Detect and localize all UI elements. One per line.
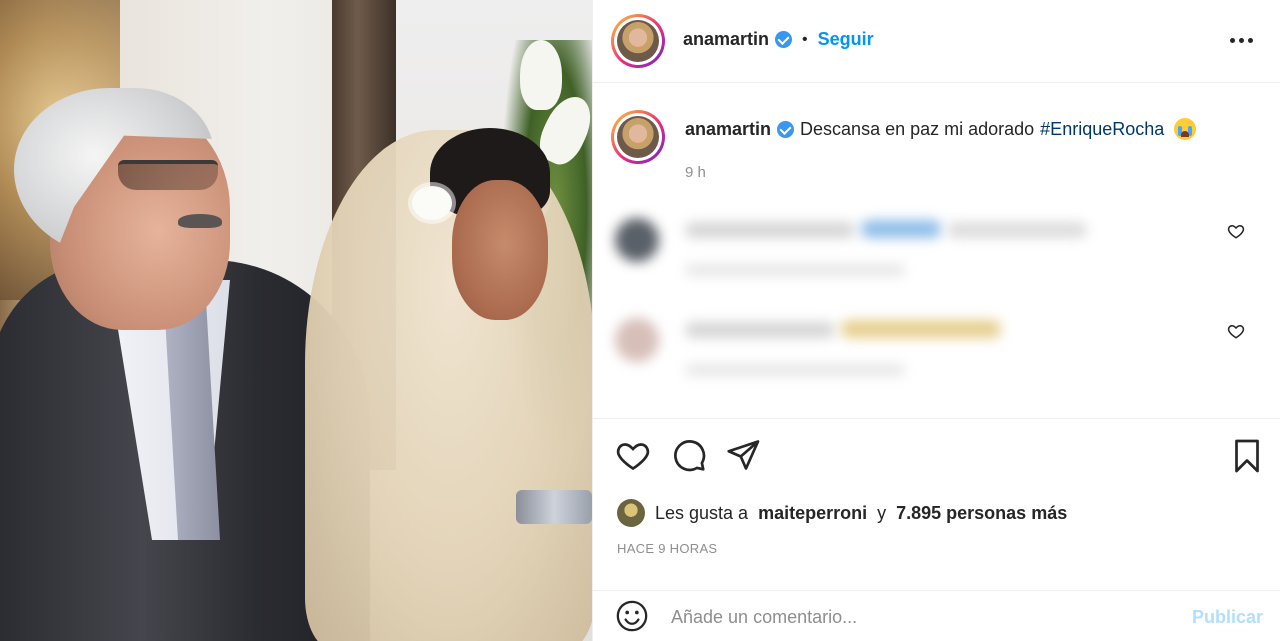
caption-timestamp[interactable]: 9 h bbox=[685, 164, 706, 181]
man-moustache bbox=[178, 214, 222, 228]
comment-icon[interactable] bbox=[671, 437, 707, 473]
comment-input[interactable] bbox=[671, 599, 1171, 635]
more-options-icon[interactable] bbox=[1227, 30, 1255, 50]
blurred-comment bbox=[611, 296, 1261, 386]
comment-username bbox=[685, 222, 855, 238]
heart-icon[interactable] bbox=[615, 437, 651, 473]
verified-badge-icon bbox=[777, 120, 795, 138]
comment-username bbox=[685, 322, 835, 338]
crying-emoji-icon bbox=[1174, 118, 1197, 140]
comment-avatar bbox=[615, 318, 659, 362]
likes-prefix: Les gusta a bbox=[655, 502, 749, 523]
verified-badge-icon bbox=[775, 31, 793, 48]
comment-text bbox=[947, 222, 1087, 238]
comment-like-heart-icon[interactable] bbox=[1227, 322, 1245, 340]
caption-hashtag[interactable]: #EnriqueRocha bbox=[1040, 119, 1164, 140]
likes-others-count[interactable]: 7.895 personas más bbox=[896, 503, 1067, 524]
liker-username[interactable]: maiteperroni bbox=[758, 503, 867, 524]
comment-mention bbox=[861, 220, 941, 238]
post-photo[interactable] bbox=[0, 0, 592, 641]
publish-button[interactable]: Publicar bbox=[1192, 607, 1263, 628]
blurred-comment bbox=[611, 196, 1261, 286]
caption-username[interactable]: anamartin bbox=[685, 119, 771, 140]
likes-connector: y bbox=[877, 502, 887, 523]
caption-text: Descansa en paz mi adorado bbox=[800, 118, 1035, 139]
woman-face bbox=[452, 180, 548, 320]
comment-meta bbox=[685, 364, 905, 376]
share-icon[interactable] bbox=[725, 437, 761, 473]
post-actions: Les gusta a maiteperroni y 7.895 persona… bbox=[593, 418, 1280, 578]
man-glasses bbox=[118, 160, 218, 190]
separator-dot: • bbox=[802, 30, 808, 48]
likes-summary[interactable]: Les gusta a maiteperroni y 7.895 persona… bbox=[617, 499, 1067, 527]
comment-like-heart-icon[interactable] bbox=[1227, 222, 1245, 240]
post-header: anamartin • Seguir bbox=[593, 0, 1280, 83]
follow-button[interactable]: Seguir bbox=[818, 29, 874, 50]
caption-avatar[interactable] bbox=[611, 110, 665, 164]
dress-belt bbox=[516, 490, 592, 524]
comment-box: Publicar bbox=[593, 590, 1280, 641]
author-username[interactable]: anamartin bbox=[683, 29, 769, 50]
author-avatar[interactable] bbox=[611, 14, 665, 68]
comment-avatar bbox=[615, 218, 659, 262]
comment-text bbox=[841, 320, 1001, 338]
bookmark-icon[interactable] bbox=[1229, 437, 1265, 475]
comment-meta bbox=[685, 264, 905, 276]
post-timestamp[interactable]: HACE 9 HORAS bbox=[617, 541, 717, 556]
emoji-icon[interactable] bbox=[615, 599, 649, 633]
post-side-panel: anamartin • Seguir anamartin Descansa en… bbox=[592, 0, 1280, 641]
lily-flower bbox=[520, 40, 562, 110]
hair-flower bbox=[412, 186, 452, 220]
liker-avatar[interactable] bbox=[617, 499, 645, 527]
